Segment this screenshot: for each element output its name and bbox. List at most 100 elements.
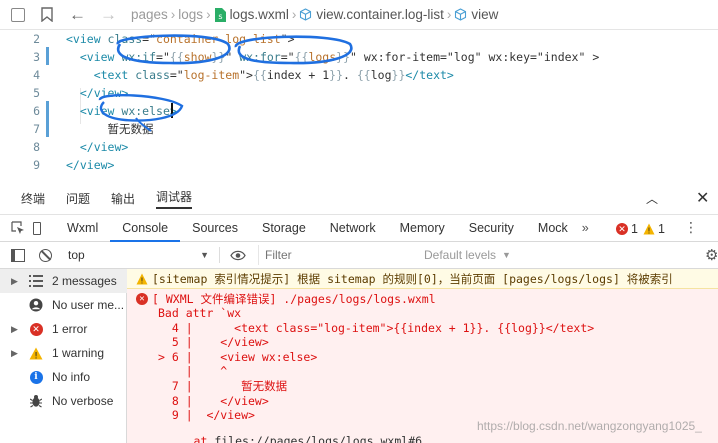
more-tabs-icon[interactable]: » bbox=[582, 221, 589, 235]
code-token: " bbox=[225, 50, 240, 64]
error-icon: ✕ bbox=[136, 293, 148, 305]
line-number: 8 bbox=[33, 140, 40, 154]
close-icon[interactable]: ✕ bbox=[696, 188, 709, 208]
code-token: =" bbox=[156, 50, 170, 64]
sidebar-item[interactable]: ▶ ✕ 1 error bbox=[0, 317, 127, 341]
tab-output[interactable]: 输出 bbox=[111, 190, 135, 207]
breadcrumb-item[interactable]: pages bbox=[131, 7, 168, 22]
error-count-badge[interactable]: ✕ 1 bbox=[616, 222, 638, 236]
chevron-up-icon[interactable]: ︿ bbox=[646, 190, 658, 207]
eye-icon[interactable] bbox=[230, 250, 246, 261]
code-line[interactable]: 6 <view wx:else> bbox=[0, 102, 718, 120]
code-token: =" bbox=[142, 32, 157, 46]
warning-icon: ! bbox=[136, 273, 148, 285]
line-number: 4 bbox=[33, 68, 40, 82]
file-icon: s bbox=[214, 7, 226, 22]
code-line[interactable]: 3 <view wx:if="{{show}}" wx:for="{{logs}… bbox=[0, 48, 718, 66]
split-editor-icon[interactable] bbox=[11, 7, 25, 22]
code-line[interactable]: 4 <text class="log-item">{{index + 1}}. … bbox=[0, 66, 718, 84]
breadcrumb-item[interactable]: logs bbox=[178, 7, 203, 22]
breadcrumb-bar: ← → pages › logs › s logs.wxml › view.co… bbox=[0, 0, 718, 30]
divider bbox=[219, 247, 220, 263]
warning-count: 1 bbox=[658, 222, 665, 236]
code-line[interactable]: 8 </view> bbox=[0, 138, 718, 156]
sidebar-item[interactable]: ▶! 1 warning bbox=[0, 341, 127, 365]
tab-debugger[interactable]: 调试器 bbox=[156, 188, 193, 209]
filter-input[interactable] bbox=[258, 245, 418, 265]
tab-memory[interactable]: Memory bbox=[388, 215, 457, 242]
tab-sources[interactable]: Sources bbox=[180, 215, 250, 242]
device-toggle-icon[interactable] bbox=[33, 221, 41, 235]
code-token: log bbox=[370, 68, 392, 82]
code-line[interactable]: 7 暂无数据 bbox=[0, 120, 718, 138]
code-token: container log-list bbox=[156, 32, 281, 46]
tab-terminal[interactable]: 终端 bbox=[21, 190, 45, 207]
error-icon: ✕ bbox=[616, 223, 628, 235]
bookmark-icon[interactable] bbox=[41, 7, 53, 22]
kebab-menu-icon[interactable]: ⋮ bbox=[684, 219, 698, 236]
svg-text:!: ! bbox=[34, 351, 38, 360]
code-line[interactable]: 5 </view> bbox=[0, 84, 718, 102]
expand-arrow-icon[interactable]: ▶ bbox=[11, 276, 18, 287]
warning-message[interactable]: ! [sitemap 索引情况提示] 根据 sitemap 的规则[0]，当前页… bbox=[127, 269, 718, 289]
settings-gear-icon[interactable]: ⚙ bbox=[705, 246, 718, 264]
clear-console-icon[interactable] bbox=[39, 248, 52, 262]
code-token: <view bbox=[79, 104, 122, 118]
tab-network[interactable]: Network bbox=[318, 215, 388, 242]
error-header: [ WXML 文件编译错误] ./pages/logs/logs.wxml bbox=[152, 292, 436, 306]
sidebar-item[interactable]: ▶ 2 messages bbox=[0, 269, 127, 293]
line-number: 2 bbox=[33, 32, 40, 46]
tab-problems[interactable]: 问题 bbox=[66, 190, 90, 207]
info-icon: i bbox=[29, 370, 43, 384]
cube-icon bbox=[299, 8, 312, 21]
warning-icon: ! bbox=[643, 223, 655, 235]
sidebar-toggle-icon[interactable] bbox=[11, 248, 25, 262]
code-token: </text> bbox=[405, 68, 454, 82]
code-token: wx:if bbox=[121, 50, 157, 64]
source-link[interactable]: files://pages/logs/logs.wxml#6 bbox=[214, 434, 422, 443]
error-icon: ✕ bbox=[29, 322, 43, 336]
expand-arrow-icon[interactable]: ▶ bbox=[11, 348, 18, 359]
line-number: 7 bbox=[33, 122, 40, 136]
log-levels-dropdown[interactable]: Default levels ▼ bbox=[424, 248, 511, 262]
breadcrumb-item[interactable]: view bbox=[471, 7, 498, 22]
forward-arrow-icon[interactable]: → bbox=[100, 5, 117, 25]
code-token: class bbox=[135, 68, 170, 82]
error-detail-line: 8 | </view> bbox=[158, 393, 269, 408]
tab-wxml[interactable]: Wxml bbox=[55, 215, 110, 242]
code-editor[interactable]: 2 <view class="container log-list"> 3 <vie… bbox=[0, 30, 718, 180]
code-text: <view wx:if="{{show}}" wx:for="{{logs}}"… bbox=[66, 48, 599, 66]
code-text: </view> bbox=[66, 138, 128, 156]
inspect-element-icon[interactable] bbox=[11, 221, 25, 235]
breadcrumb-item[interactable]: logs.wxml bbox=[230, 7, 289, 22]
tab-storage[interactable]: Storage bbox=[250, 215, 318, 242]
code-token: wx:else bbox=[121, 104, 170, 118]
code-line[interactable]: 2 <view class="container log-list"> bbox=[0, 30, 718, 48]
breadcrumb-item[interactable]: view.container.log-list bbox=[316, 7, 444, 22]
sidebar-item[interactable]: No verbose bbox=[0, 389, 127, 413]
tab-mock[interactable]: Mock bbox=[526, 215, 580, 242]
sidebar-item-label: 1 warning bbox=[52, 346, 105, 360]
warning-count-badge[interactable]: ! 1 bbox=[643, 222, 665, 236]
console-output: ! [sitemap 索引情况提示] 根据 sitemap 的规则[0]，当前页… bbox=[127, 269, 718, 443]
warning-text: [sitemap 索引情况提示] 根据 sitemap 的规则[0]，当前页面 … bbox=[152, 272, 673, 286]
dropdown-arrow-icon: ▼ bbox=[200, 250, 209, 260]
code-token: =" bbox=[280, 50, 295, 64]
back-arrow-icon[interactable]: ← bbox=[69, 5, 86, 25]
tab-console[interactable]: Console bbox=[110, 215, 181, 242]
chevron-right-icon: › bbox=[291, 7, 297, 22]
code-token: " wx:for-item="log" wx:key="index" > bbox=[350, 50, 600, 64]
code-text: <view wx:else> bbox=[66, 102, 177, 120]
tab-security[interactable]: Security bbox=[457, 215, 526, 242]
svg-text:!: ! bbox=[140, 277, 143, 286]
code-token: {{ bbox=[356, 68, 371, 82]
error-detail-line: Bad attr `wx bbox=[158, 306, 242, 320]
sidebar-item[interactable]: No user me... bbox=[0, 293, 127, 317]
sidebar-item[interactable]: i No info bbox=[0, 365, 127, 389]
context-selector[interactable]: top ▼ bbox=[68, 248, 213, 262]
sidebar-item-label: No user me... bbox=[52, 298, 125, 312]
expand-arrow-icon[interactable]: ▶ bbox=[11, 324, 18, 335]
code-line[interactable]: 9 </view> bbox=[0, 156, 718, 174]
svg-text:!: ! bbox=[647, 227, 650, 236]
